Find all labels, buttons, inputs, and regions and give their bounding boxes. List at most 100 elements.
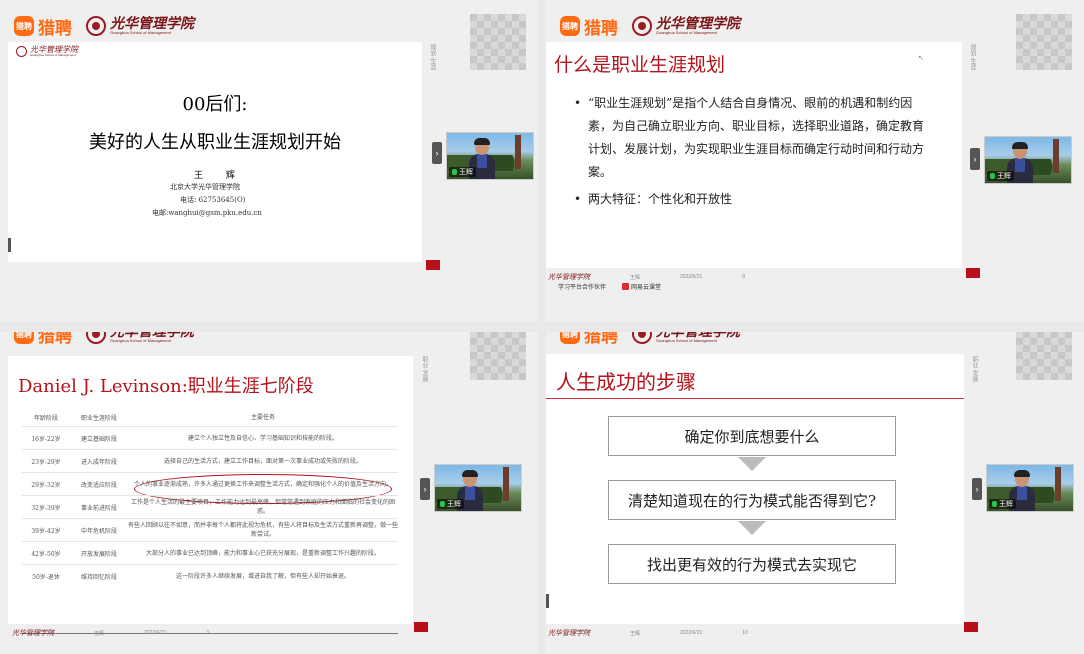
bullet-features: 两大特征：个性化和开放性 (574, 188, 924, 211)
footer-logo: 光华管理学院 (548, 273, 590, 281)
slide-scrollbar[interactable] (546, 594, 549, 608)
speaker-video[interactable]: 王辉 (986, 464, 1074, 512)
cursor-icon: ↖ (918, 55, 924, 62)
slide-title-line-2: 美好的人生从职业生涯规划开始 (89, 132, 341, 153)
slide-title: Daniel J. Levinson:职业生涯七阶段 (18, 376, 314, 397)
meeting-panel-3: 猎聘 猎聘 光华管理学院 Guanghua School of Management… (0, 332, 538, 654)
table-row: 42岁-50岁 开放发展阶段 大部分人的事业已达到顶峰，能力和事业心已获充分展现，是… (22, 541, 398, 564)
gsm-english: Guanghua School of Management (656, 338, 717, 343)
meeting-panel-1: 猎聘 猎聘 光华管理学院 Guanghua School of Management… (0, 0, 538, 322)
table-row: 16岁-22岁 建立基础阶段 建立个人独立性及自信心、学习基础知识和技能的阶段。 (22, 426, 398, 449)
affiliation: 北京大学光华管理学院 (170, 183, 240, 191)
blurred-avatar (470, 14, 526, 70)
shared-slide: 光华管理学院 Guanghua School of Management 00后们… (8, 42, 422, 262)
footer-presenter: 王辉 (630, 274, 641, 281)
meeting-panel-2: 猎聘 猎聘 光华管理学院 Guanghua School of Management… (546, 0, 1084, 322)
chevron-right-icon[interactable]: › (972, 478, 982, 500)
slide-scrollbar[interactable] (8, 238, 11, 252)
netease-logo: 网易云课堂 (622, 282, 661, 291)
brand-bar: 猎聘 猎聘 光华管理学院 Guanghua School of Management (560, 332, 740, 348)
gsm-logo: 光华管理学院 Guanghua School of Management (632, 16, 740, 36)
cell-age: 23岁-29岁 (31, 458, 61, 466)
cell-stage: 事业前进阶段 (80, 504, 117, 512)
video-name-tag: 王辉 (989, 499, 1016, 509)
chevron-right-icon[interactable]: › (432, 142, 442, 164)
participant-name: 王辉 (459, 169, 473, 176)
cell-stage: 开放发展阶段 (80, 550, 117, 558)
liepin-text: 猎聘 (584, 332, 618, 346)
video-name-tag: 王辉 (449, 167, 476, 177)
slide-logo-english: Guanghua School of Management (30, 53, 76, 57)
speaker-video[interactable]: 王辉 (446, 132, 534, 180)
chevron-right-icon[interactable]: › (420, 478, 430, 500)
cell-stage: 进入成年阶段 (80, 458, 117, 466)
cell-task: 选择自己的生活方式，建立工作目标，面对第一次事业成功或失败的阶段。 (163, 457, 362, 465)
step-3-box: 找出更有效的行为模式去实现它 (608, 544, 896, 584)
pku-seal-icon (632, 16, 652, 36)
liepin-text: 猎聘 (38, 18, 72, 38)
footer-presenter: 王辉 (630, 630, 641, 637)
liepin-logo: 猎聘 猎聘 (14, 332, 72, 347)
cell-age: 29岁-32岁 (31, 481, 61, 489)
red-marker (964, 622, 978, 632)
shared-slide: 人生成功的步骤 确定你到底想要什么 清楚知道现在的行为模式能否得到它? 找出更有… (546, 354, 964, 624)
table-row: 32岁-39岁 事业前进阶段 工作是个人生活的最主要项目，工作能力达到最高峰，但常常… (22, 495, 398, 518)
gsm-logo: 光华管理学院 Guanghua School of Management (86, 16, 194, 36)
table-row: 29岁-32岁 改变适应阶段 个人的事业逐渐成熟，许多人通过更换工作来调整生活方式，… (22, 472, 398, 495)
brand-bar: 猎聘 猎聘 光华管理学院 Guanghua School of Management (14, 12, 194, 40)
shared-slide: 什么是职业生涯规划 ↖ “职业生涯规划”是指个人结合自身情况、眼前的机遇和制约因… (546, 42, 962, 268)
pku-seal-icon (16, 46, 27, 57)
shared-slide: Daniel J. Levinson:职业生涯七阶段 年龄阶段 职业生涯阶段 主… (8, 356, 413, 634)
side-label: 职业·发展 (971, 356, 977, 382)
video-name-tag: 王辉 (437, 499, 464, 509)
footer-logo: 光华管理学院 (12, 629, 54, 637)
bullet-definition: “职业生涯规划”是指个人结合自身情况、眼前的机遇和制约因素，为自己确立职业方向、… (574, 92, 924, 184)
meeting-panel-4: 猎聘 猎聘 光华管理学院 Guanghua School of Management… (546, 332, 1084, 654)
liepin-icon: 猎聘 (14, 16, 34, 36)
cell-stage: 改变适应阶段 (80, 481, 117, 489)
cell-age: 16岁-22岁 (31, 435, 61, 443)
step-2-box: 清楚知道现在的行为模式能否得到它? (608, 480, 896, 520)
partner-bar: 学习平台合作伙伴 网易云课堂 (558, 282, 661, 291)
cell-age: 32岁-39岁 (31, 504, 61, 512)
video-name-tag: 王辉 (987, 171, 1014, 181)
pku-seal-icon (632, 332, 652, 344)
participant-name: 王辉 (997, 173, 1011, 180)
gsm-english: Guanghua School of Management (110, 30, 171, 35)
cell-stage: 中年危机阶段 (80, 527, 117, 535)
cell-task: 大部分人的事业已达到顶峰，能力和事业心已获充分展现，是重新调整工作兴趣的阶段。 (145, 549, 380, 557)
mic-icon (992, 501, 997, 507)
footer-logo: 光华管理学院 (548, 629, 590, 637)
step-1-box: 确定你到底想要什么 (608, 416, 896, 456)
mic-icon (452, 169, 457, 175)
slide-footer: 光华管理学院 王辉 2022/6/21 10 (548, 628, 748, 638)
red-marker (414, 622, 428, 632)
footer-date: 2022/6/21 (680, 630, 703, 636)
liepin-icon: 猎聘 (560, 332, 580, 344)
slide-logo: 光华管理学院 Guanghua School of Management (16, 46, 78, 57)
chevron-right-icon[interactable]: › (970, 148, 980, 170)
footer-date: 2022/6/21 (680, 274, 703, 280)
speaker-video[interactable]: 王辉 (434, 464, 522, 512)
liepin-logo: 猎聘 猎聘 (560, 14, 618, 39)
cell-task: 个人的事业逐渐成熟，许多人通过更换工作来调整生活方式，确定和强化个人的价值及生活… (133, 480, 392, 488)
participant-name: 王辉 (447, 501, 461, 508)
liepin-text: 猎聘 (584, 18, 618, 38)
pku-seal-icon (86, 332, 106, 344)
cell-stage: 维持回忆阶段 (80, 573, 117, 581)
platform-name: 网易云课堂 (631, 285, 662, 291)
cell-task: 这一阶段许多人继续发展，增进自我了解，但有些人却开始衰退。 (175, 572, 350, 580)
red-marker (966, 268, 980, 278)
side-label: 规划·生涯 (969, 44, 975, 70)
cell-age: 42岁-50岁 (31, 550, 61, 558)
slide-body: “职业生涯规划”是指个人结合自身情况、眼前的机遇和制约因素，为自己确立职业方向、… (574, 92, 924, 211)
email: 电邮:wanghui@gsm.pku.edu.cn (152, 209, 262, 217)
slide-title: 什么是职业生涯规划 (554, 54, 726, 76)
blurred-avatar (1016, 332, 1072, 380)
speaker-video[interactable]: 王辉 (984, 136, 1072, 184)
gsm-name: 光华管理学院 (656, 16, 740, 32)
gsm-logo: 光华管理学院 Guanghua School of Management (632, 332, 740, 344)
blurred-avatar (470, 332, 526, 380)
cell-task: 工作是个人生活的最主要项目，工作能力达到最高峰，但常常遇到家庭的压力和面临的社会… (130, 499, 395, 515)
cell-age: 50岁-退休 (32, 573, 60, 581)
